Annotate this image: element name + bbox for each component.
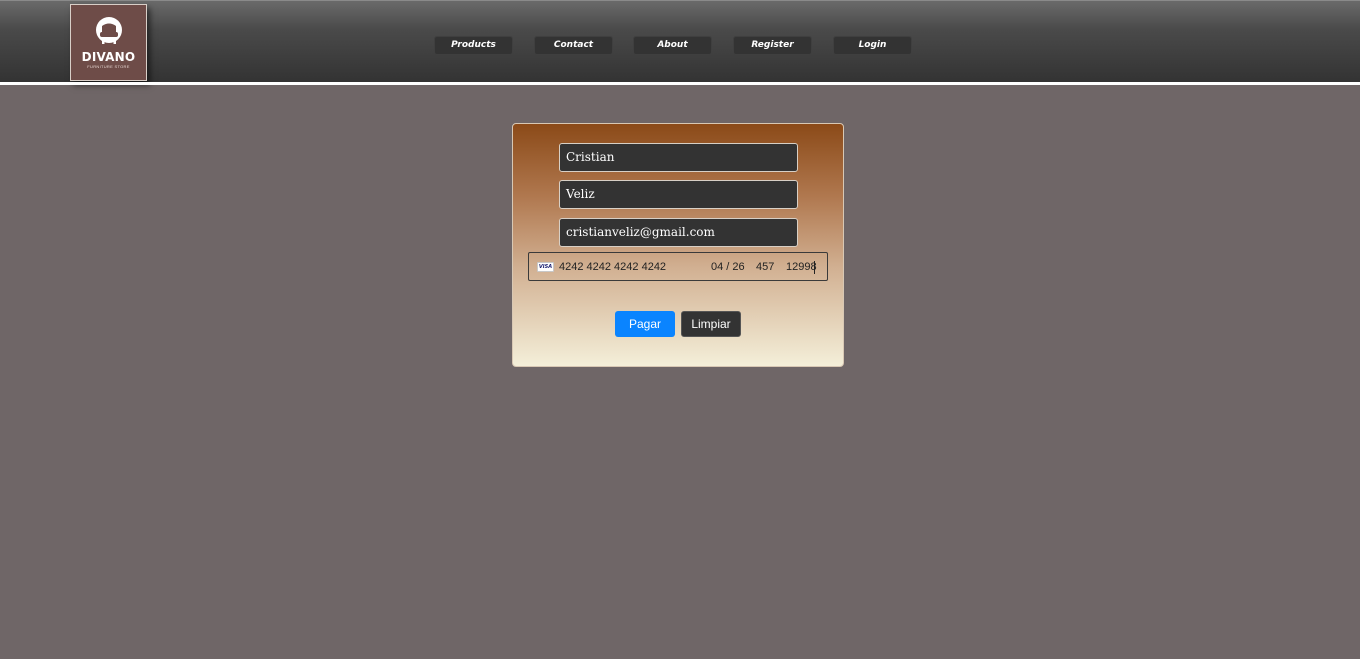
nav-about-button[interactable]: About xyxy=(633,36,712,55)
first-name-field[interactable]: Cristian xyxy=(559,143,798,172)
nav-login-button[interactable]: Login xyxy=(833,36,912,55)
email-field[interactable]: cristianveliz@gmail.com xyxy=(559,218,798,247)
divano-logo[interactable]: DIVANO FURNITURE STORE xyxy=(70,4,147,81)
nav-products-button[interactable]: Products xyxy=(434,36,513,55)
payment-form: Cristian Veliz cristianveliz@gmail.com V… xyxy=(512,123,844,367)
nav-contact-button[interactable]: Contact xyxy=(534,36,613,55)
last-name-field[interactable]: Veliz xyxy=(559,180,798,209)
armchair-icon xyxy=(96,17,122,44)
clear-button[interactable]: Limpiar xyxy=(681,311,741,337)
card-details-field[interactable]: VISA 4242 4242 4242 4242 04 / 26 457 129… xyxy=(528,252,828,281)
nav-register-button[interactable]: Register xyxy=(733,36,812,55)
top-header: DIVANO FURNITURE STORE Products Contact … xyxy=(0,0,1360,82)
card-expiry-input[interactable]: 04 / 26 xyxy=(711,260,745,274)
text-cursor xyxy=(814,261,815,274)
card-cvc-input[interactable]: 457 xyxy=(756,260,774,274)
pay-button[interactable]: Pagar xyxy=(615,311,675,337)
header-divider xyxy=(0,82,1360,85)
visa-card-icon: VISA xyxy=(537,262,554,272)
logo-name: DIVANO xyxy=(81,50,136,64)
card-zip-input[interactable]: 12998 xyxy=(786,260,817,274)
logo-tagline: FURNITURE STORE xyxy=(87,64,130,69)
card-number-input[interactable]: 4242 4242 4242 4242 xyxy=(559,260,666,274)
